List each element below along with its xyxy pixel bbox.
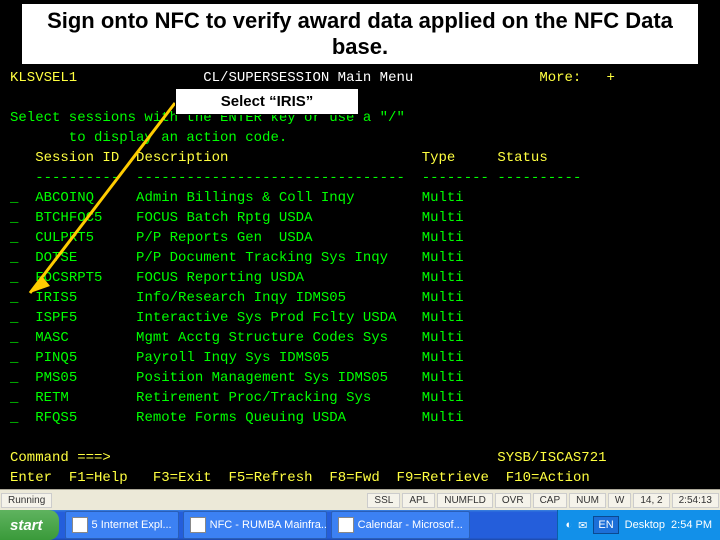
session-row[interactable]: _ CULPRT5 P/P Reports Gen USDA Multi	[10, 228, 710, 248]
session-desc: FOCUS Batch Rptg USDA	[136, 210, 422, 226]
column-headers: Session ID Description Type Status	[10, 148, 710, 168]
status-cell: 14, 2	[633, 493, 669, 508]
tray-icon[interactable]: ◐	[566, 519, 573, 531]
session-type: Multi	[422, 190, 464, 206]
session-desc: P/P Document Tracking Sys Inqy	[136, 250, 422, 266]
session-desc: Interactive Sys Prod Fclty USDA	[136, 310, 422, 326]
session-type: Multi	[422, 290, 464, 306]
system-tray[interactable]: ◐ ✉ EN Desktop 2:54 PM	[557, 510, 720, 540]
session-id: DOTSE	[35, 250, 136, 266]
session-desc: Admin Billings & Coll Inqy	[136, 190, 422, 206]
sysid: SYSB/ISCAS721	[497, 450, 606, 466]
session-row[interactable]: _ DOTSE P/P Document Tracking Sys Inqy M…	[10, 248, 710, 268]
session-desc: Position Management Sys IDMS05	[136, 370, 422, 386]
session-row[interactable]: _ ABCOINQ Admin Billings & Coll Inqy Mul…	[10, 188, 710, 208]
more-indicator: More: +	[539, 70, 615, 86]
callout-select-iris: Select “IRIS”	[175, 88, 359, 115]
status-cell: CAP	[533, 493, 568, 508]
instruction-banner: Sign onto NFC to verify award data appli…	[20, 2, 700, 66]
tray-icon[interactable]: ✉	[578, 519, 587, 532]
status-cell: NUMFLD	[437, 493, 493, 508]
session-desc: Payroll Inqy Sys IDMS05	[136, 350, 422, 366]
status-cell: APL	[402, 493, 435, 508]
session-type: Multi	[422, 250, 464, 266]
start-button[interactable]: start	[0, 510, 59, 540]
command-prompt[interactable]: Command ===>	[10, 450, 111, 466]
app-icon	[72, 517, 88, 533]
session-id: CULPRT5	[35, 230, 136, 246]
screen-title: CL/SUPERSESSION Main Menu	[203, 70, 413, 86]
session-id: PINQ5	[35, 350, 136, 366]
app-icon	[338, 517, 354, 533]
session-id: BTCHFOC5	[35, 210, 136, 226]
session-type: Multi	[422, 230, 464, 246]
session-type: Multi	[422, 270, 464, 286]
status-cell: NUM	[569, 493, 606, 508]
session-type: Multi	[422, 350, 464, 366]
instruction-line-1: Select sessions with the ENTER key or us…	[10, 108, 710, 128]
status-cell: OVR	[495, 493, 531, 508]
session-row[interactable]: _ RETM Retirement Proc/Tracking Sys Mult…	[10, 388, 710, 408]
session-desc: P/P Reports Gen USDA	[136, 230, 422, 246]
taskbar-item[interactable]: NFC - RUMBA Mainfra...	[183, 511, 327, 539]
status-cell: W	[608, 493, 631, 508]
taskbar-item-label: Calendar - Microsof...	[358, 519, 463, 531]
session-id: ABCOINQ	[35, 190, 136, 206]
language-indicator[interactable]: EN	[593, 516, 618, 534]
session-row[interactable]: _ PINQ5 Payroll Inqy Sys IDMS05 Multi	[10, 348, 710, 368]
instruction-line-2: to display an action code.	[10, 128, 710, 148]
status-cell: 2:54:13	[672, 493, 719, 508]
session-id: PMS05	[35, 370, 136, 386]
session-type: Multi	[422, 370, 464, 386]
session-row[interactable]: _ MASC Mgmt Acctg Structure Codes Sys Mu…	[10, 328, 710, 348]
session-id: ISPF5	[35, 310, 136, 326]
session-desc: Retirement Proc/Tracking Sys	[136, 390, 422, 406]
taskbar-clock[interactable]: 2:54 PM	[671, 519, 712, 531]
session-id: MASC	[35, 330, 136, 346]
session-type: Multi	[422, 310, 464, 326]
taskbar-item-label: 5 Internet Expl...	[92, 519, 172, 531]
session-id: FOCSRPT5	[35, 270, 136, 286]
session-row[interactable]: _ FOCSRPT5 FOCUS Reporting USDA Multi	[10, 268, 710, 288]
screen-id: KLSVSEL1	[10, 70, 77, 86]
session-type: Multi	[422, 330, 464, 346]
session-id: RFQS5	[35, 410, 136, 426]
session-row[interactable]: _ RFQS5 Remote Forms Queuing USDA Multi	[10, 408, 710, 428]
session-row[interactable]: _ ISPF5 Interactive Sys Prod Fclty USDA …	[10, 308, 710, 328]
session-id: IRIS5	[35, 290, 136, 306]
session-desc: FOCUS Reporting USDA	[136, 270, 422, 286]
session-row[interactable]: _ BTCHFOC5 FOCUS Batch Rptg USDA Multi	[10, 208, 710, 228]
session-id: RETM	[35, 390, 136, 406]
app-icon	[190, 517, 206, 533]
session-type: Multi	[422, 210, 464, 226]
emulator-status-bar: Running SSLAPLNUMFLDOVRCAPNUMW14, 22:54:…	[0, 489, 720, 510]
session-desc: Mgmt Acctg Structure Codes Sys	[136, 330, 422, 346]
session-desc: Remote Forms Queuing USDA	[136, 410, 422, 426]
taskbar-item-label: NFC - RUMBA Mainfra...	[210, 519, 327, 531]
column-rules: ---------- -----------------------------…	[10, 168, 710, 188]
session-desc: Info/Research Inqy IDMS05	[136, 290, 422, 306]
session-type: Multi	[422, 410, 464, 426]
session-row[interactable]: _ PMS05 Position Management Sys IDMS05 M…	[10, 368, 710, 388]
terminal-screen: KLSVSEL1 CL/SUPERSESSION Main Menu More:…	[0, 62, 720, 510]
desktop-button[interactable]: Desktop	[625, 519, 665, 531]
fkey-bar: Enter F1=Help F3=Exit F5=Refresh F8=Fwd …	[10, 468, 710, 488]
taskbar-item[interactable]: Calendar - Microsof...	[331, 511, 470, 539]
status-running: Running	[1, 493, 52, 508]
session-row[interactable]: _ IRIS5 Info/Research Inqy IDMS05 Multi	[10, 288, 710, 308]
status-cell: SSL	[367, 493, 400, 508]
windows-taskbar[interactable]: start 5 Internet Expl... NFC - RUMBA Main…	[0, 510, 720, 540]
session-type: Multi	[422, 390, 464, 406]
taskbar-item[interactable]: 5 Internet Expl...	[65, 511, 179, 539]
